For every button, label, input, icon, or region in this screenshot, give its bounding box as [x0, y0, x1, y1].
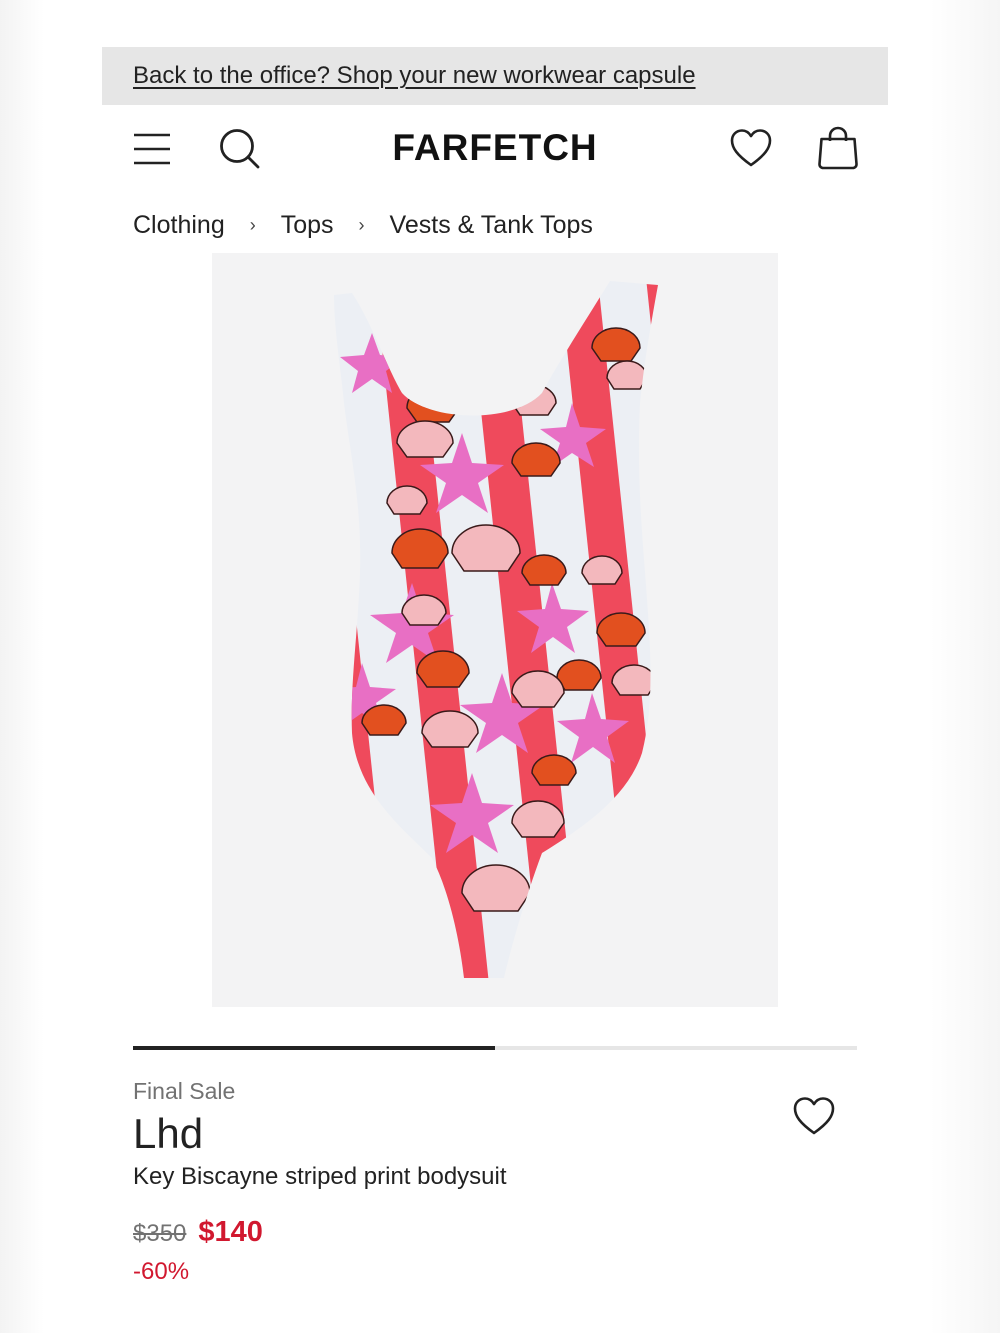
breadcrumb-vests-tank-tops[interactable]: Vests & Tank Tops [390, 211, 593, 240]
discount-percent: -60% [133, 1258, 190, 1285]
shopping-bag-icon[interactable] [815, 125, 861, 171]
final-sale-label: Final Sale [133, 1078, 236, 1104]
bodysuit-illustration [334, 281, 658, 978]
breadcrumb-tops[interactable]: Tops [281, 211, 334, 240]
product-title: Key Biscayne striped print bodysuit [133, 1163, 507, 1190]
image-carousel-progress[interactable] [133, 1046, 857, 1050]
sale-price: $140 [198, 1216, 263, 1248]
heart-icon[interactable] [729, 127, 773, 171]
promo-link[interactable]: Back to the office? Shop your new workwe… [133, 62, 696, 90]
menu-icon[interactable] [133, 131, 171, 167]
price-row: $350 $140 [133, 1216, 263, 1249]
search-icon[interactable] [218, 127, 260, 169]
farfetch-logo[interactable]: FARFETCH [370, 126, 620, 170]
breadcrumb-separator: › [249, 214, 256, 235]
carousel-progress-fill [133, 1046, 495, 1050]
breadcrumb-separator: › [358, 214, 365, 235]
promo-banner: Back to the office? Shop your new workwe… [102, 47, 888, 105]
product-image[interactable] [212, 253, 778, 1007]
breadcrumb: Clothing › Tops › Vests & Tank Tops [133, 208, 593, 242]
heart-icon[interactable] [792, 1095, 836, 1139]
brand-name[interactable]: Lhd [133, 1110, 203, 1158]
breadcrumb-clothing[interactable]: Clothing [133, 211, 225, 240]
original-price: $350 [133, 1220, 187, 1247]
